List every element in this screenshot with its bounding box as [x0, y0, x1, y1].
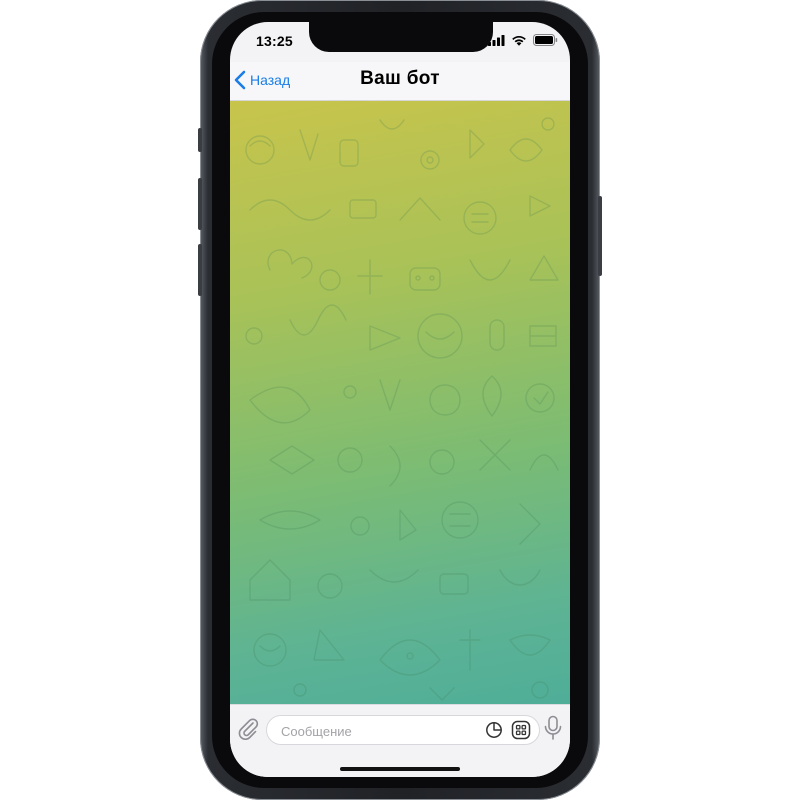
power-button	[598, 196, 602, 276]
keyboard-icon[interactable]	[511, 720, 531, 740]
sticker-icon[interactable]	[485, 721, 503, 739]
wifi-icon	[512, 35, 526, 46]
chat-title: Ваш бот	[360, 68, 440, 89]
microphone-icon[interactable]	[542, 715, 564, 741]
mute-switch	[198, 128, 202, 152]
volume-down-button	[198, 244, 202, 296]
volume-up-button	[198, 178, 202, 230]
battery-icon	[533, 34, 558, 46]
doodle-pattern	[245, 117, 559, 701]
paperclip-icon[interactable]	[236, 716, 260, 740]
status-time: 13:25	[256, 33, 293, 49]
phone-device: 13:25 Назад Ваш бот Сообщение	[198, 0, 602, 800]
chat-header: Назад Ваш бот	[230, 62, 570, 101]
home-indicator[interactable]	[340, 767, 460, 771]
status-icons	[488, 34, 558, 46]
chat-wallpaper	[230, 100, 570, 704]
message-composer	[230, 704, 570, 777]
camera-notch	[309, 22, 493, 52]
message-input[interactable]	[279, 720, 473, 742]
message-field[interactable]	[266, 715, 540, 745]
phone-screen: 13:25 Назад Ваш бот Сообщение	[230, 22, 570, 777]
